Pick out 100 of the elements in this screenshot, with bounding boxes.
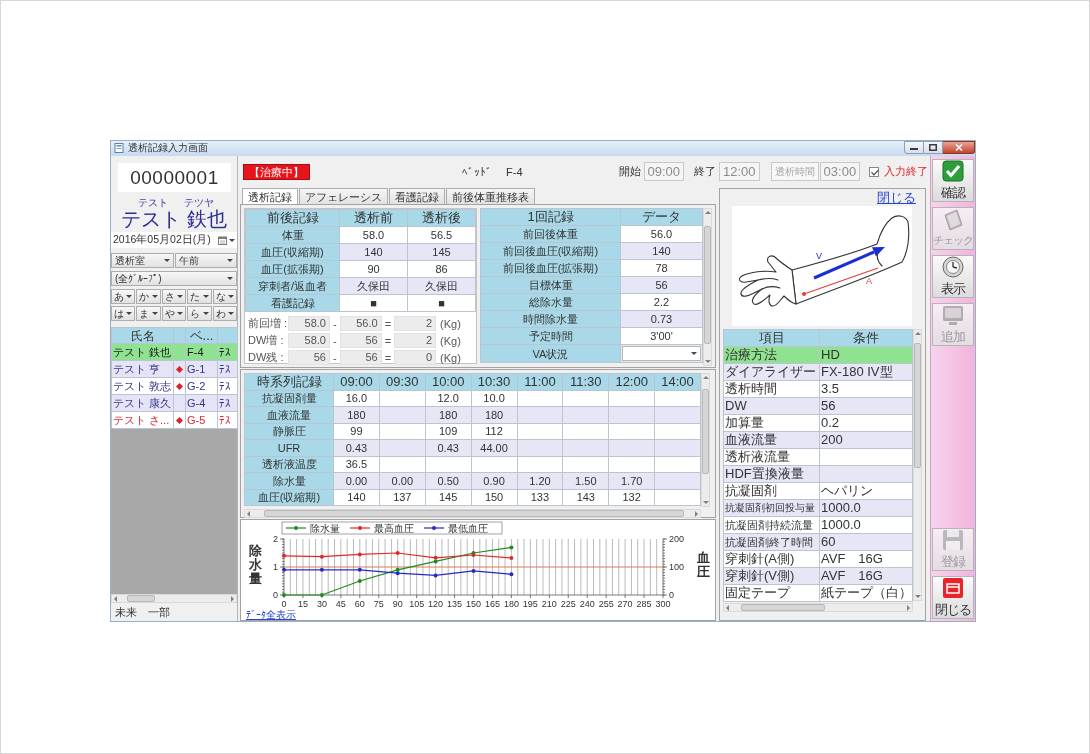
- duration-label: 透析時間: [770, 162, 819, 181]
- toolbar-button[interactable]: 確認: [932, 159, 974, 202]
- caret-icon: [126, 312, 133, 315]
- caret-icon: [228, 312, 234, 315]
- table-cell: ﾃｽ: [217, 411, 238, 429]
- column-header: データ: [620, 208, 703, 226]
- patient-name: テスト 鉄也: [120, 208, 228, 230]
- arrow-up-icon[interactable]: [914, 332, 921, 335]
- window-icon: [942, 576, 964, 599]
- dropdown[interactable]: か: [136, 289, 161, 304]
- dropdown[interactable]: 午前: [174, 253, 237, 268]
- dropdown[interactable]: (全ｸﾞﾙｰﾌﾟ): [111, 271, 237, 286]
- legend-marker: [285, 526, 307, 530]
- data-point: [319, 554, 324, 559]
- scrollbar-thumb[interactable]: [127, 595, 155, 602]
- column-header[interactable]: ベ...: [185, 327, 218, 344]
- tick-label: 165: [484, 599, 500, 609]
- caret-icon: [126, 295, 133, 298]
- scrollbar-thumb[interactable]: [741, 604, 825, 611]
- dropdown[interactable]: 透析室: [111, 253, 174, 268]
- dropdown[interactable]: わ: [212, 306, 237, 321]
- tick-label: 0: [273, 590, 278, 600]
- table-cell: 固定テープ: [723, 584, 820, 602]
- table-cell: 透析時間: [723, 380, 820, 398]
- tick-label: 60: [354, 599, 365, 609]
- maximize-icon: [929, 144, 937, 151]
- checkbox-label[interactable]: 入力終了: [884, 164, 929, 179]
- arrow-right-icon[interactable]: [231, 595, 234, 602]
- dropdown[interactable]: あ: [111, 289, 136, 304]
- status-badge: 【治療中】: [243, 163, 310, 180]
- scrollbar-thumb[interactable]: [702, 389, 709, 474]
- bed-value: F-4: [506, 165, 523, 178]
- tab[interactable]: 透析記録: [242, 188, 298, 204]
- arrow-left-icon[interactable]: [726, 604, 729, 611]
- scrollbar-thumb[interactable]: [704, 226, 711, 344]
- value-field: 56.0: [339, 316, 382, 331]
- arrow-up-icon[interactable]: [704, 211, 711, 214]
- table-cell: 60: [819, 533, 913, 551]
- caret-icon: [202, 295, 209, 298]
- tab[interactable]: 看護記録: [389, 188, 445, 204]
- column-header: 11:30: [562, 373, 609, 390]
- operator: =: [384, 334, 392, 347]
- show-all-link[interactable]: ﾃﾞｰﾀ全表示: [246, 609, 296, 621]
- tick-label: 30: [316, 599, 327, 609]
- column-header[interactable]: 氏名: [111, 327, 174, 344]
- check-icon: [942, 159, 964, 182]
- vertical-scrollbar[interactable]: [913, 329, 922, 601]
- arrow-left-icon[interactable]: [247, 510, 250, 517]
- name-reading: テツヤ: [184, 197, 214, 208]
- dropdown[interactable]: ら: [187, 306, 212, 321]
- column-header: 09:30: [379, 373, 426, 390]
- secondary-y-axis: [662, 538, 668, 596]
- horizontal-scrollbar[interactable]: [111, 594, 237, 603]
- column-header: 10:30: [471, 373, 517, 390]
- toolbar-button[interactable]: 表示: [932, 255, 974, 298]
- data-point: [357, 567, 362, 572]
- dropdown[interactable]: [622, 346, 701, 361]
- scrollbar-thumb[interactable]: [264, 510, 684, 517]
- arrow-down-icon[interactable]: [702, 501, 709, 504]
- value-field: 0: [394, 350, 437, 365]
- scrollbar-thumb[interactable]: [914, 343, 921, 468]
- y-axis: [279, 538, 285, 596]
- tab[interactable]: アフェレーシス: [299, 188, 388, 204]
- table-cell: ﾃｽ: [217, 394, 238, 412]
- table-cell: 紙テープ（白）: [819, 584, 913, 602]
- arrow-right-icon[interactable]: [695, 510, 698, 517]
- date-picker[interactable]: 2016年05月02日(月): [111, 232, 237, 248]
- close-link[interactable]: 閉じる: [877, 191, 916, 205]
- vertical-scrollbar[interactable]: [703, 208, 712, 366]
- data-point: [319, 567, 324, 572]
- toolbar-button[interactable]: 閉じる: [932, 576, 974, 619]
- arrow-down-icon[interactable]: [704, 360, 711, 363]
- checkbox[interactable]: [869, 166, 880, 177]
- table-cell: ﾃｽ: [217, 360, 238, 378]
- horizontal-scrollbar[interactable]: [244, 509, 701, 518]
- arrow-up-icon[interactable]: [702, 376, 709, 379]
- horizontal-scrollbar[interactable]: [723, 603, 913, 612]
- tab[interactable]: 前後体重推移表: [446, 188, 535, 204]
- table-cell: ヘパリン: [819, 482, 913, 500]
- dropdown[interactable]: た: [187, 289, 212, 304]
- legend-label: 最低血圧: [448, 523, 488, 534]
- line-label: A: [866, 276, 872, 286]
- axis-title: 血圧: [696, 550, 710, 580]
- close-button[interactable]: [943, 141, 975, 154]
- dropdown[interactable]: さ: [161, 289, 187, 304]
- maximize-button[interactable]: [924, 141, 943, 154]
- dropdown[interactable]: ま: [136, 306, 161, 321]
- arrow-left-icon[interactable]: [114, 595, 117, 602]
- save-icon: [942, 528, 964, 551]
- operator: -: [333, 317, 337, 330]
- arrow-right-icon[interactable]: [907, 604, 910, 611]
- dropdown[interactable]: は: [111, 306, 136, 321]
- table-cell: 穿刺針(A側): [723, 550, 820, 568]
- dropdown[interactable]: や: [161, 306, 187, 321]
- minimize-button[interactable]: [904, 141, 924, 154]
- arrow-down-icon[interactable]: [914, 595, 921, 598]
- dropdown[interactable]: な: [212, 289, 237, 304]
- column-header: 1回記録: [480, 208, 621, 226]
- vertical-scrollbar[interactable]: [701, 373, 710, 507]
- data-point: [357, 552, 362, 557]
